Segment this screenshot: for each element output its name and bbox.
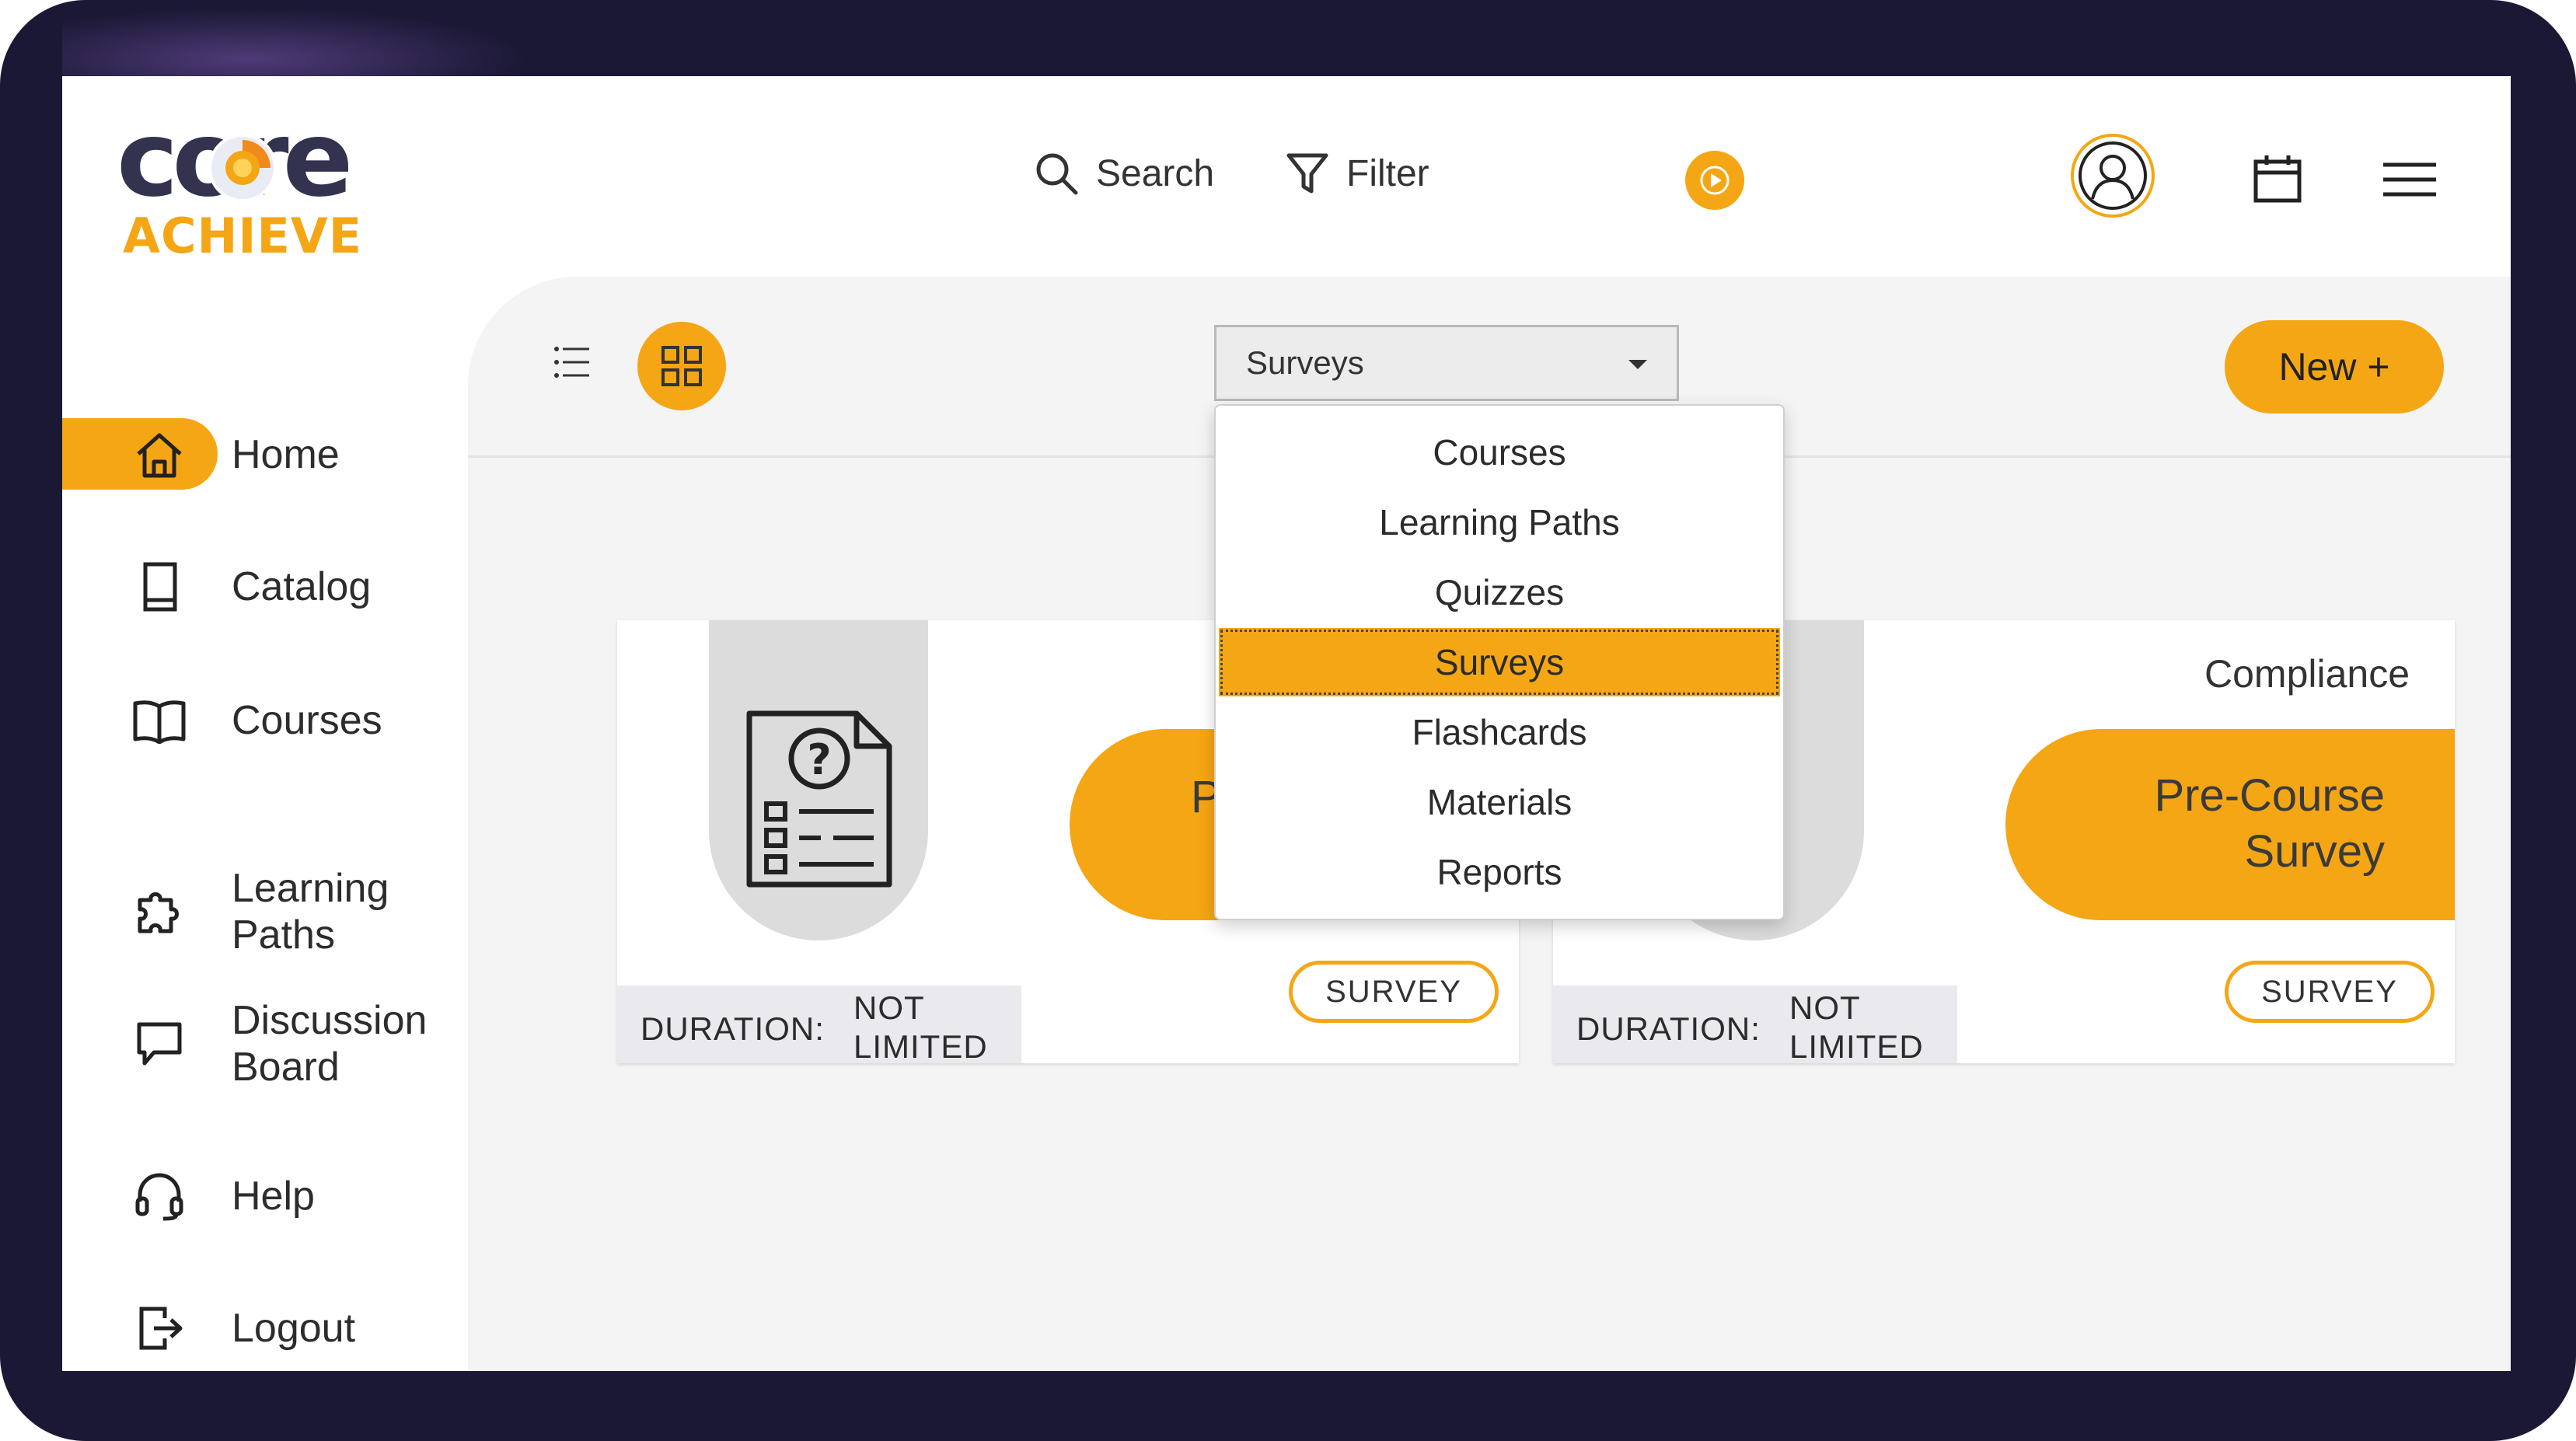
dropdown-option-courses[interactable]: Courses (1216, 418, 1783, 487)
device-frame: core ACHIEVE Search Filter (0, 0, 2576, 1441)
card-type-badge: SURVEY (1289, 961, 1499, 1023)
play-icon (1700, 166, 1730, 195)
duration-value: NOT LIMITED (853, 989, 988, 1065)
sidebar-item-label: Learning Paths (232, 866, 389, 958)
dropdown-option-materials[interactable]: Materials (1216, 768, 1783, 836)
dropdown-option-learning-paths[interactable]: Learning Paths (1216, 488, 1783, 557)
content-type-select[interactable]: Surveys (1214, 325, 1679, 401)
filter-label: Filter (1346, 152, 1429, 194)
search-icon (1036, 153, 1078, 195)
sidebar-item-catalog[interactable]: Catalog (62, 552, 466, 622)
sidebar-item-courses[interactable]: Courses (62, 686, 466, 755)
logout-icon (131, 1300, 188, 1357)
sidebar-item-logout[interactable]: Logout (62, 1293, 466, 1363)
card-category: Compliance (2204, 652, 2410, 696)
grid-view-button[interactable] (637, 322, 726, 410)
hamburger-menu-icon[interactable] (2383, 162, 2436, 197)
filter-icon (1286, 153, 1328, 194)
sidebar-item-learning-paths[interactable]: Learning Paths (62, 861, 466, 962)
sidebar-item-label: Catalog (232, 564, 372, 609)
dropdown-option-surveys[interactable]: Surveys (1219, 628, 1780, 696)
survey-document-icon: ? (746, 710, 892, 888)
duration-bar: DURATION: NOT LIMITED (617, 986, 1021, 1065)
open-book-icon (131, 692, 188, 749)
sidebar-item-label: Courses (232, 698, 382, 743)
logo-subtitle: ACHIEVE (123, 208, 363, 264)
book-icon (131, 558, 188, 616)
search-button[interactable]: Search (1034, 151, 1214, 196)
duration-value: NOT LIMITED (1789, 989, 1924, 1065)
app-screen: core ACHIEVE Search Filter (62, 76, 2511, 1371)
grid-view-icon (661, 346, 702, 386)
sidebar-item-discussion-board[interactable]: Discussion Board (62, 993, 466, 1094)
home-icon (131, 426, 188, 483)
sidebar-item-label: Help (232, 1174, 315, 1219)
card-title: Pre-Course Survey (2154, 770, 2385, 877)
dropdown-option-reports[interactable]: Reports (1216, 838, 1783, 906)
headset-icon (131, 1167, 188, 1225)
puzzle-icon (131, 883, 188, 940)
select-value: Surveys (1246, 344, 1364, 381)
duration-bar: DURATION: NOT LIMITED (1553, 986, 1957, 1065)
play-button[interactable] (1685, 151, 1744, 210)
duration-label: DURATION: (1576, 1010, 1761, 1047)
user-avatar-button[interactable] (2071, 134, 2155, 218)
search-label: Search (1096, 152, 1215, 194)
sidebar-item-label: Home (232, 432, 340, 477)
sidebar-item-help[interactable]: Help (62, 1161, 466, 1231)
dropdown-option-quizzes[interactable]: Quizzes (1216, 558, 1783, 626)
sidebar-item-label: Logout (232, 1306, 356, 1351)
user-icon (2079, 141, 2147, 210)
chat-icon (131, 1015, 188, 1073)
main-content-panel: Surveys New + ? DURATION: NOT LIMITED SU… (468, 277, 2511, 1371)
svg-text:?: ? (807, 735, 831, 784)
calendar-icon[interactable] (2253, 154, 2302, 204)
list-view-icon[interactable] (553, 345, 589, 379)
sidebar-item-label: Discussion Board (232, 998, 428, 1090)
core-achieve-logo[interactable]: core ACHIEVE (117, 107, 412, 261)
filter-button[interactable]: Filter (1286, 151, 1429, 196)
new-button[interactable]: New + (2225, 320, 2444, 413)
sidebar-item-home[interactable]: Home (62, 420, 466, 490)
logo-target-icon (208, 134, 277, 202)
card-thumbnail: ? (709, 620, 928, 940)
duration-label: DURATION: (641, 1010, 825, 1047)
chevron-down-icon (1628, 360, 1647, 369)
card-title-pill: Pre-Course Survey (2005, 729, 2455, 920)
card-type-badge: SURVEY (2225, 961, 2435, 1023)
content-type-dropdown: Courses Learning Paths Quizzes Surveys F… (1214, 404, 1785, 920)
dropdown-option-flashcards[interactable]: Flashcards (1216, 698, 1783, 766)
